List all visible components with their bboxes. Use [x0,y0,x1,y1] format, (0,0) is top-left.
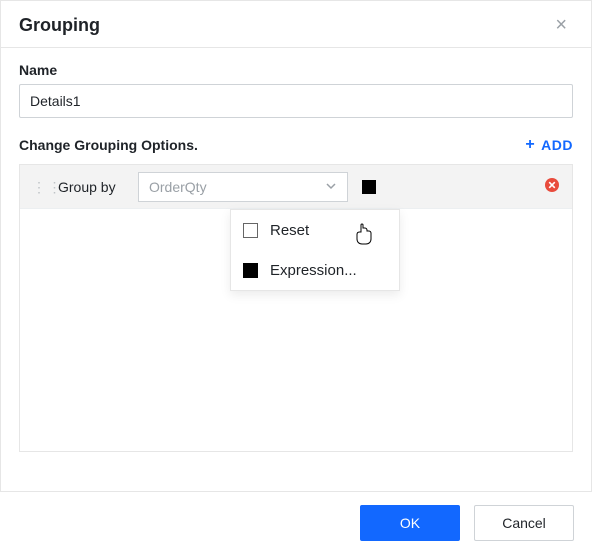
plus-icon: + [525,136,535,154]
dropdown-popup: Reset Expression... [230,209,400,291]
delete-icon [544,177,560,196]
dialog-title: Grouping [19,15,100,36]
popup-item-reset[interactable]: Reset [231,210,399,250]
popup-item-label: Expression... [270,262,357,279]
delete-row-button[interactable] [544,177,560,196]
groupby-dropdown[interactable]: OrderQty [138,172,348,202]
drag-handle-icon[interactable]: ⋮⋮ [32,180,44,194]
grouping-row: ⋮⋮ Group by OrderQty [20,165,572,209]
close-icon: × [555,14,567,36]
grouping-panel: ⋮⋮ Group by OrderQty [19,164,573,452]
section-header: Change Grouping Options. + ADD [19,136,573,154]
popup-item-expression[interactable]: Expression... [231,250,399,290]
swatch-black-icon [243,263,258,278]
close-button[interactable]: × [549,13,573,37]
ok-button[interactable]: OK [360,505,460,541]
titlebar: Grouping × [1,1,591,48]
dialog-footer: OK Cancel [0,491,592,553]
chevron-down-icon [325,179,337,195]
color-swatch[interactable] [362,180,376,194]
cancel-button[interactable]: Cancel [474,505,574,541]
swatch-white-icon [243,223,258,238]
section-title: Change Grouping Options. [19,137,198,153]
dialog-body: Name Change Grouping Options. + ADD ⋮⋮ G… [1,48,591,452]
name-label: Name [19,62,573,78]
add-button-label: ADD [541,137,573,153]
row-label: Group by [58,179,124,195]
add-button[interactable]: + ADD [525,136,573,154]
popup-item-label: Reset [270,222,309,239]
dropdown-value: OrderQty [149,179,207,195]
name-input[interactable] [19,84,573,118]
